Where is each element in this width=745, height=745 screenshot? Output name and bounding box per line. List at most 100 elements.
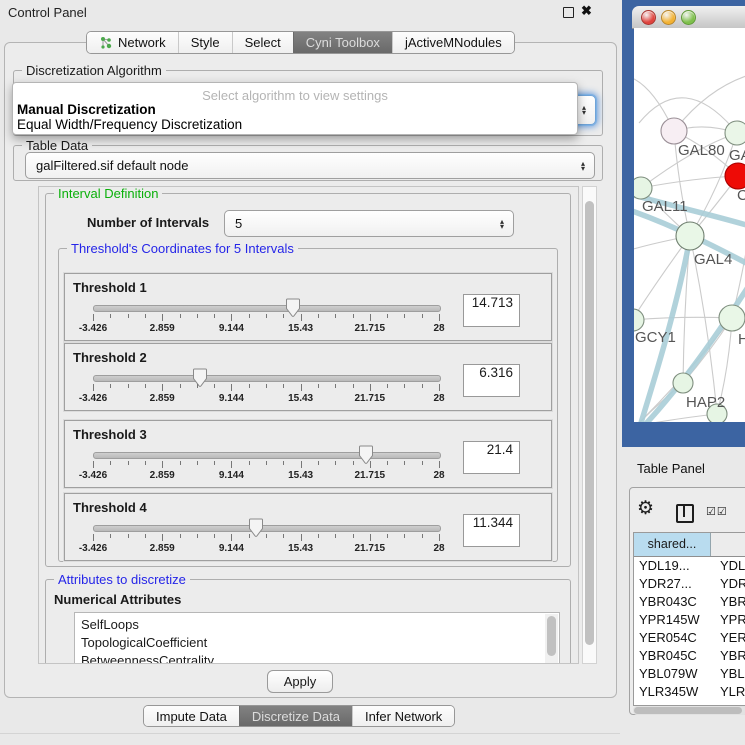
threshold-slider-track[interactable]	[93, 375, 441, 382]
algorithm-option-manual[interactable]: Manual Discretization	[17, 102, 156, 117]
table-row[interactable]: YLR345WYLR3	[634, 683, 745, 701]
network-edge[interactable]	[634, 317, 732, 320]
column-layout-icon[interactable]	[676, 504, 694, 523]
threshold-value-field[interactable]: 11.344	[463, 514, 520, 547]
network-node-label: GAL11	[642, 198, 688, 215]
table-row[interactable]: YER054CYER0	[634, 629, 745, 647]
thresholds-group-title: Threshold's Coordinates for 5 Intervals	[67, 241, 298, 256]
network-window-titlebar[interactable]	[632, 6, 745, 29]
threshold-value-field[interactable]: 14.713	[463, 294, 520, 327]
table-row[interactable]: YBR043CYBR0	[634, 593, 745, 611]
tab-network[interactable]: Network	[87, 32, 178, 53]
settings-vertical-scrollbar[interactable]	[582, 186, 597, 664]
network-node-gal4[interactable]	[676, 222, 704, 250]
cell-name: YLR3	[710, 683, 745, 701]
control-panel-title: Control Panel	[8, 5, 87, 20]
interval-definition-group: Interval Definition Number of Intervals …	[45, 193, 571, 567]
tab-style[interactable]: Style	[178, 32, 232, 53]
table-horizontal-scrollbar[interactable]	[633, 706, 745, 715]
threshold-slider-track[interactable]	[93, 525, 441, 532]
network-node-gcy1[interactable]	[634, 309, 644, 331]
attributes-items-host: SelfLoopsTopologicalCoefficientBetweenne…	[75, 613, 559, 664]
zoom-traffic-light-icon[interactable]	[681, 10, 696, 25]
tab-jactivemnodules[interactable]: jActiveMNodules	[392, 32, 514, 53]
cell-shared-name: YDR27...	[634, 575, 710, 593]
table-data-combobox[interactable]: galFiltered.sif default node ▴▾	[25, 152, 595, 179]
algorithm-dropdown-popup: Select algorithm to view settings Manual…	[12, 82, 578, 135]
network-node-label: GAL80	[678, 142, 725, 159]
table-data-group-title: Table Data	[22, 138, 92, 153]
minimize-traffic-light-icon[interactable]	[661, 10, 676, 25]
network-node-c[interactable]	[725, 163, 745, 189]
threshold-label: Threshold 2	[73, 350, 147, 365]
network-node-gal80[interactable]	[661, 118, 687, 144]
threshold-slider-thumb[interactable]	[192, 368, 208, 388]
threshold-value-field[interactable]: 6.316	[463, 364, 520, 397]
tab-label: Discretize Data	[252, 709, 340, 724]
combobox-arrows-icon: ▴▾	[582, 105, 595, 115]
checkbox-icons[interactable]: ☑☑	[706, 505, 728, 518]
table-data-group: Table Data galFiltered.sif default node …	[13, 145, 603, 181]
network-node-label: GCY1	[635, 329, 676, 346]
threshold-slider-thumb[interactable]	[285, 298, 301, 318]
table-row[interactable]: YBL079WYBL0	[634, 665, 745, 683]
tab-label: Select	[245, 35, 281, 50]
threshold-label: Threshold 4	[73, 500, 147, 515]
network-node-label: GA	[729, 147, 745, 164]
attribute-item[interactable]: SelfLoops	[75, 616, 559, 634]
cell-shared-name: YDL19...	[634, 557, 710, 575]
tab-select[interactable]: Select	[232, 32, 293, 53]
number-of-intervals-combobox[interactable]: 5 ▴▾	[224, 210, 514, 237]
cell-name: YBR0	[710, 647, 745, 665]
tab-impute-data[interactable]: Impute Data	[144, 706, 239, 726]
cell-name: YBR0	[710, 593, 745, 611]
network-node-label: GAL4	[694, 251, 732, 268]
numerical-attributes-list[interactable]: SelfLoopsTopologicalCoefficientBetweenne…	[74, 612, 560, 664]
cell-shared-name: YPR145W	[634, 611, 710, 629]
cell-shared-name: YBL079W	[634, 665, 710, 683]
numerical-attributes-label: Numerical Attributes	[54, 592, 181, 607]
attributes-group-title: Attributes to discretize	[54, 572, 190, 587]
network-node-hap2[interactable]	[673, 373, 693, 393]
float-window-icon[interactable]	[563, 7, 574, 18]
attribute-item[interactable]: BetweennessCentrality	[75, 652, 559, 664]
table-row[interactable]: YDR27...YDR2	[634, 575, 745, 593]
network-node-h[interactable]	[719, 305, 745, 331]
threshold-slider-thumb[interactable]	[358, 445, 374, 465]
attributes-group: Attributes to discretize Numerical Attri…	[45, 579, 571, 664]
network-node-ga[interactable]	[725, 121, 745, 145]
threshold-slider-track[interactable]	[93, 305, 441, 312]
interval-definition-title: Interval Definition	[54, 186, 162, 201]
tab-discretize-data[interactable]: Discretize Data	[239, 706, 352, 726]
node-table[interactable]: shared... na YDL19...YDL1YDR27...YDR2YBR…	[633, 532, 745, 706]
network-canvas[interactable]: GAL80GACGAL11GAL4GCY1HHAP2	[634, 28, 745, 422]
table-data-combobox-value: galFiltered.sif default node	[26, 158, 581, 173]
gear-icon[interactable]: ⚙	[637, 497, 654, 520]
table-row[interactable]: YBR045CYBR0	[634, 647, 745, 665]
threshold-value-field[interactable]: 21.4	[463, 441, 520, 474]
column-header-name[interactable]: na	[711, 533, 745, 556]
cell-name: YDR2	[710, 575, 745, 593]
close-icon[interactable]: ✖	[581, 3, 592, 19]
tab-infer-network[interactable]: Infer Network	[352, 706, 454, 726]
network-node-label: C	[737, 187, 745, 204]
column-header-shared[interactable]: shared...	[634, 533, 711, 556]
attributes-list-scrollbar[interactable]	[545, 614, 558, 664]
algorithm-option-equal-width[interactable]: Equal Width/Frequency Discretization	[17, 117, 242, 132]
threshold-slider-track[interactable]	[93, 452, 441, 459]
cell-shared-name: YER054C	[634, 629, 710, 647]
close-traffic-light-icon[interactable]	[641, 10, 656, 25]
network-node-gal11[interactable]	[634, 177, 652, 199]
tab-cyni-toolbox[interactable]: Cyni Toolbox	[293, 32, 392, 53]
table-row[interactable]: YPR145WYPR1	[634, 611, 745, 629]
number-of-intervals-value: 5	[225, 216, 500, 231]
tab-label: Impute Data	[156, 709, 227, 724]
threshold-slider-thumb[interactable]	[248, 518, 264, 538]
thresholds-group: Threshold's Coordinates for 5 Intervals …	[58, 248, 558, 562]
threshold-panel: Threshold 4 -3.4262.8599.14415.4321.7152…	[64, 493, 552, 561]
attribute-item[interactable]: TopologicalCoefficient	[75, 634, 559, 652]
table-row[interactable]: YDL19...YDL1	[634, 557, 745, 575]
apply-button[interactable]: Apply	[267, 670, 333, 693]
algorithm-placeholder-option[interactable]: Select algorithm to view settings	[13, 88, 577, 103]
discretization-algorithm-group-title: Discretization Algorithm	[22, 63, 166, 78]
